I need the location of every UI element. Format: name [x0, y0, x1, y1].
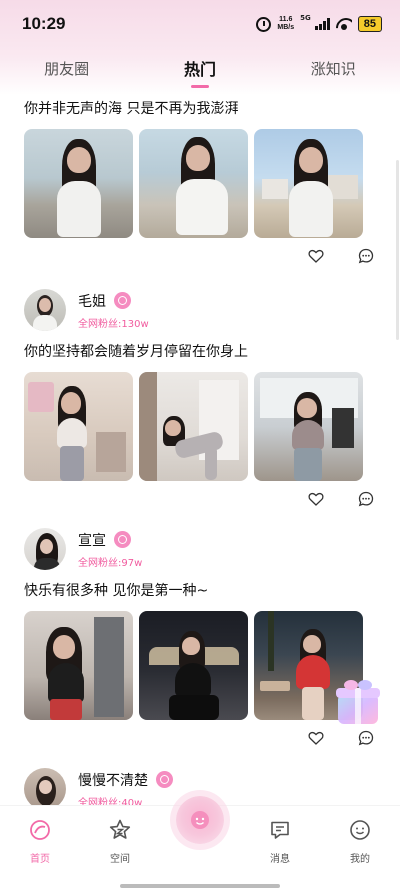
alarm-icon	[256, 16, 272, 32]
avatar[interactable]	[24, 289, 66, 331]
post-text: 快乐有很多种 见你是第一种~	[24, 583, 209, 599]
gift-box-icon[interactable]	[332, 676, 384, 728]
nav-space-label: 空间	[110, 854, 130, 865]
post-actions	[24, 246, 376, 266]
post-3: 宣宣 全网粉丝:97w 快乐有很多种 见你是第一种~	[24, 527, 376, 748]
verified-badge-icon	[114, 292, 131, 309]
post-photo[interactable]	[24, 129, 133, 238]
post-photo[interactable]	[24, 611, 133, 720]
post-author[interactable]: 宣宣 全网粉丝:97w	[24, 527, 376, 571]
verified-badge-icon	[114, 531, 131, 548]
photo-grid	[24, 611, 376, 720]
like-icon[interactable]	[308, 248, 324, 264]
nav-messages-label: 消息	[270, 854, 290, 865]
nav-profile-label: 我的	[350, 854, 370, 865]
space-icon	[109, 819, 131, 839]
user-name: 慢慢不清楚	[78, 772, 148, 789]
post-text: 你的坚持都会随着岁月停留在你身上	[24, 344, 248, 360]
home-indicator[interactable]	[120, 884, 280, 888]
status-time: 10:29	[22, 14, 66, 33]
tab-friends[interactable]: 朋友圈	[12, 58, 122, 79]
status-bar: 10:29 11.6 MB/s 5G 85	[0, 0, 400, 48]
center-action-button[interactable]	[176, 796, 224, 844]
nav-space[interactable]: 空间	[90, 818, 150, 865]
comment-icon[interactable]	[358, 491, 374, 507]
user-name-row: 毛姐	[78, 291, 149, 311]
post-author[interactable]: 毛姐 全网粉丝:130w	[24, 288, 376, 332]
nav-profile[interactable]: 我的	[330, 818, 390, 865]
user-name: 宣宣	[78, 532, 106, 549]
comment-icon[interactable]	[358, 248, 374, 264]
like-icon[interactable]	[308, 730, 324, 746]
photo-grid	[24, 372, 376, 481]
user-name-row: 慢慢不清楚	[78, 770, 173, 790]
post-actions	[24, 728, 376, 748]
like-icon[interactable]	[308, 491, 324, 507]
post-photo[interactable]	[139, 129, 248, 238]
net-speed-unit: MB/s	[277, 24, 295, 31]
post-photo[interactable]	[139, 611, 248, 720]
avatar[interactable]	[24, 528, 66, 570]
wifi-icon	[336, 18, 352, 30]
tab-hot[interactable]: 热门	[145, 56, 255, 80]
photo-grid	[24, 129, 376, 238]
user-name-row: 宣宣	[78, 530, 142, 550]
comment-icon[interactable]	[358, 730, 374, 746]
profile-icon	[350, 820, 370, 840]
post-text: 你并非无声的海 只是不再为我澎湃	[24, 101, 239, 117]
nav-messages[interactable]: 消息	[250, 818, 310, 865]
post-photo[interactable]	[24, 372, 133, 481]
tab-knowledge[interactable]: 涨知识	[278, 58, 388, 79]
verified-badge-icon	[156, 771, 173, 788]
home-icon	[30, 820, 50, 840]
post-photo[interactable]	[254, 372, 363, 481]
net-speed-value: 11.6	[279, 16, 293, 23]
post-photo[interactable]	[254, 129, 363, 238]
avatar[interactable]	[24, 768, 66, 810]
user-name: 毛姐	[78, 293, 106, 310]
message-icon	[271, 821, 289, 839]
status-icons: 11.6 MB/s 5G 85	[256, 14, 382, 32]
feed-tabs: 朋友圈 热门 涨知识	[0, 48, 400, 88]
net-speed: 11.6 MB/s	[277, 16, 294, 32]
signal-icon	[314, 18, 330, 30]
nav-home-label: 首页	[30, 854, 50, 865]
smile-face-icon	[191, 811, 209, 829]
post-actions	[24, 489, 376, 509]
post-1: 你并非无声的海 只是不再为我澎湃	[24, 99, 376, 266]
post-2: 毛姐 全网粉丝:130w 你的坚持都会随着岁月停留在你身上	[24, 288, 376, 509]
signal-label: 5G	[300, 14, 311, 22]
battery-indicator: 85	[357, 16, 382, 32]
nav-home[interactable]: 首页	[10, 818, 70, 865]
bottom-nav: 首页 空间 消息 我的	[0, 796, 400, 889]
fans-count: 全网粉丝:130w	[78, 318, 149, 330]
fans-count: 全网粉丝:97w	[78, 557, 143, 569]
post-photo[interactable]	[139, 372, 248, 481]
